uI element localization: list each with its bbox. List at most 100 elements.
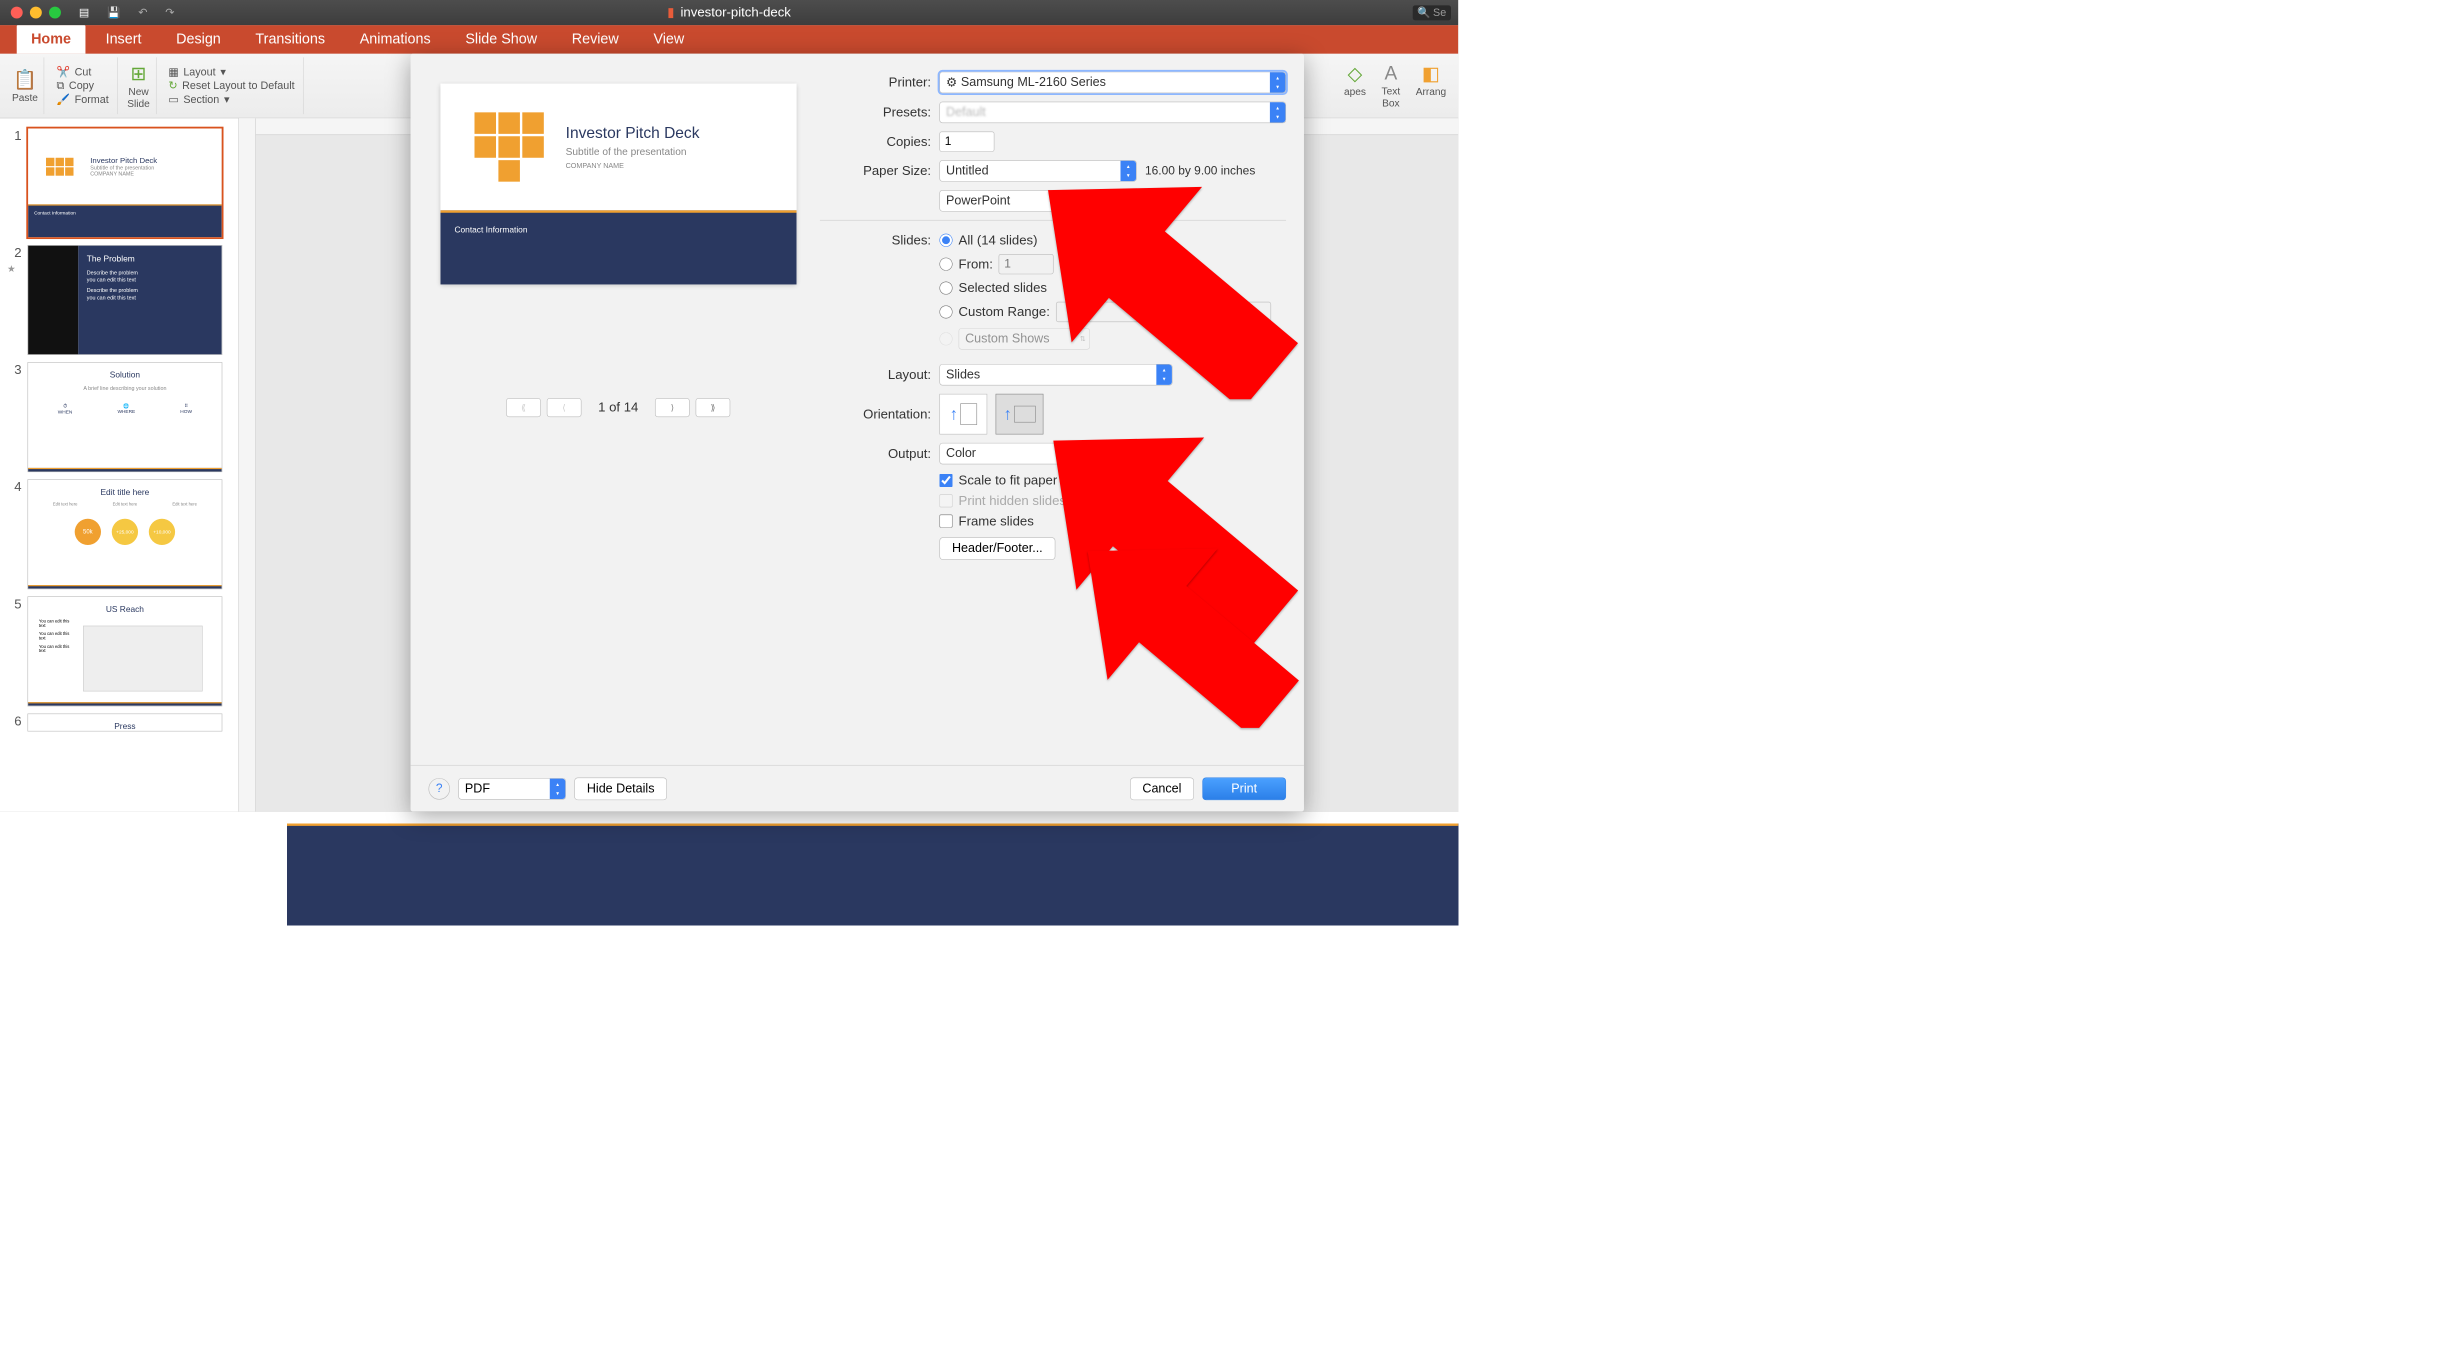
tab-slideshow[interactable]: Slide Show — [451, 25, 551, 54]
copies-input[interactable] — [939, 131, 994, 151]
tab-home[interactable]: Home — [17, 25, 86, 54]
star-icon: ★ — [7, 263, 21, 275]
printer-select[interactable]: ⚙︎Samsung ML-2160 Series — [939, 72, 1286, 94]
reset-icon: ↻ — [168, 79, 177, 92]
slide-thumbnails-panel: 1 Investor Pitch DeckSubtitle of the pre… — [0, 118, 239, 811]
presets-select[interactable]: Default — [939, 102, 1286, 124]
pdf-menu[interactable]: PDF — [458, 778, 566, 800]
titlebar: ▤ 💾 ↶ ↷ ▮ investor-pitch-deck 🔍 Se — [0, 0, 1458, 25]
save-icon[interactable]: 💾 — [107, 6, 120, 19]
paste-button[interactable]: Paste — [12, 92, 38, 104]
printer-label: Printer: — [820, 75, 940, 91]
sidebar-toggle-icon[interactable]: ▤ — [79, 6, 89, 19]
print-button[interactable]: Print — [1202, 777, 1286, 800]
textbox-icon[interactable]: A — [1384, 62, 1397, 84]
print-hidden-checkbox — [939, 494, 952, 507]
undo-icon[interactable]: ↶ — [138, 6, 147, 19]
paper-size-label: Paper Size: — [820, 163, 940, 179]
tab-animations[interactable]: Animations — [345, 25, 445, 54]
tab-insert[interactable]: Insert — [91, 25, 156, 54]
vertical-ruler — [239, 118, 256, 811]
chevron-down-icon: ▾ — [220, 66, 225, 79]
tab-transitions[interactable]: Transitions — [241, 25, 339, 54]
section-button[interactable]: ▭Section▾ — [168, 93, 294, 106]
new-slide-icon[interactable]: ⊞ — [131, 62, 147, 85]
output-label: Output: — [820, 446, 940, 462]
slide-thumbnail-2[interactable]: The ProblemDescribe the problemyou can e… — [27, 245, 222, 355]
chevron-down-icon: ▾ — [224, 93, 229, 106]
frame-slides-checkbox[interactable] — [939, 515, 952, 528]
cancel-button[interactable]: Cancel — [1130, 777, 1194, 800]
minimize-window-button[interactable] — [30, 7, 42, 19]
slides-custom-shows-radio — [939, 332, 952, 345]
presets-label: Presets: — [820, 105, 940, 121]
preview-navigation: ⟪ ⟨ 1 of 14 ⟩ ⟫ — [506, 398, 730, 417]
new-slide-button[interactable]: New Slide — [127, 86, 150, 110]
page-indicator: 1 of 14 — [598, 400, 638, 416]
from-label: From: — [959, 256, 993, 272]
layout-label: Layout: — [820, 367, 940, 383]
shapes-icon[interactable]: ◇ — [1348, 62, 1363, 85]
thumb-number: 3 — [7, 362, 21, 472]
scale-to-fit-checkbox[interactable] — [939, 474, 952, 487]
last-page-button[interactable]: ⟫ — [696, 398, 731, 417]
close-window-button[interactable] — [11, 7, 23, 19]
format-painter-button[interactable]: 🖌️Format — [56, 93, 108, 106]
tab-design[interactable]: Design — [162, 25, 235, 54]
help-button[interactable]: ? — [428, 778, 450, 800]
slides-all-radio[interactable] — [939, 234, 952, 247]
hide-details-button[interactable]: Hide Details — [574, 777, 667, 800]
slide-thumbnail-5[interactable]: US Reach You can edit this textYou can e… — [27, 596, 222, 706]
thumb-number: 4 — [7, 479, 21, 589]
reset-layout-button[interactable]: ↻Reset Layout to Default — [168, 79, 294, 92]
paste-icon[interactable]: 📋 — [13, 68, 37, 91]
powerpoint-file-icon: ▮ — [667, 5, 674, 21]
search-icon: 🔍 — [1417, 6, 1430, 19]
window-controls — [0, 7, 61, 19]
next-page-button[interactable]: ⟩ — [655, 398, 690, 417]
tab-view[interactable]: View — [639, 25, 699, 54]
cut-button[interactable]: ✂️Cut — [56, 66, 108, 79]
arrange-icon[interactable]: ◧ — [1422, 62, 1440, 85]
annotation-arrow — [1014, 167, 1304, 399]
orientation-portrait-button[interactable]: ↑ — [939, 394, 987, 435]
section-icon: ▭ — [168, 93, 178, 106]
maximize-window-button[interactable] — [49, 7, 61, 19]
textbox-button[interactable]: Text Box — [1382, 85, 1401, 109]
prev-page-button[interactable]: ⟨ — [547, 398, 582, 417]
slide-thumbnail-3[interactable]: SolutionA brief line describing your sol… — [27, 362, 222, 472]
slide-thumbnail-4[interactable]: Edit title here Edit text hereEdit text … — [27, 479, 222, 589]
copies-label: Copies: — [820, 134, 940, 150]
layout-button[interactable]: ▦Layout▾ — [168, 66, 294, 79]
slide-background-peek — [287, 823, 1458, 925]
copy-button[interactable]: ⧉Copy — [56, 79, 108, 92]
tab-review[interactable]: Review — [557, 25, 633, 54]
slides-custom-range-radio[interactable] — [939, 305, 952, 318]
arrange-button[interactable]: Arrang — [1416, 86, 1446, 98]
slides-label: Slides: — [820, 232, 940, 248]
copy-icon: ⧉ — [56, 79, 64, 92]
preview-slide: Investor Pitch DeckSubtitle of the prese… — [440, 84, 796, 285]
thumb-number: 1 — [7, 128, 21, 238]
slides-from-radio[interactable] — [939, 258, 952, 271]
layout-icon: ▦ — [168, 66, 178, 79]
search-box[interactable]: 🔍 Se — [1412, 5, 1451, 20]
thumb-number: 5 — [7, 596, 21, 706]
format-painter-icon: 🖌️ — [56, 93, 69, 106]
annotation-arrow — [1059, 532, 1304, 728]
scissors-icon: ✂️ — [56, 66, 69, 79]
window-title: ▮ investor-pitch-deck — [667, 5, 791, 21]
shapes-button[interactable]: apes — [1344, 86, 1366, 98]
slide-thumbnail-6[interactable]: Press — [27, 714, 222, 732]
slide-thumbnail-1[interactable]: Investor Pitch DeckSubtitle of the prese… — [27, 128, 222, 238]
slides-selected-radio[interactable] — [939, 281, 952, 294]
ribbon-tabs: Home Insert Design Transitions Animation… — [0, 25, 1458, 54]
thumb-number: 6 — [7, 714, 21, 732]
print-dialog: Investor Pitch DeckSubtitle of the prese… — [411, 54, 1304, 812]
print-preview-pane: Investor Pitch DeckSubtitle of the prese… — [428, 72, 807, 765]
orientation-label: Orientation: — [820, 406, 940, 422]
first-page-button[interactable]: ⟪ — [506, 398, 541, 417]
thumb-number: 2 — [7, 245, 21, 261]
redo-icon[interactable]: ↷ — [165, 6, 174, 19]
dialog-footer: ? PDF Hide Details Cancel Print — [411, 765, 1304, 812]
